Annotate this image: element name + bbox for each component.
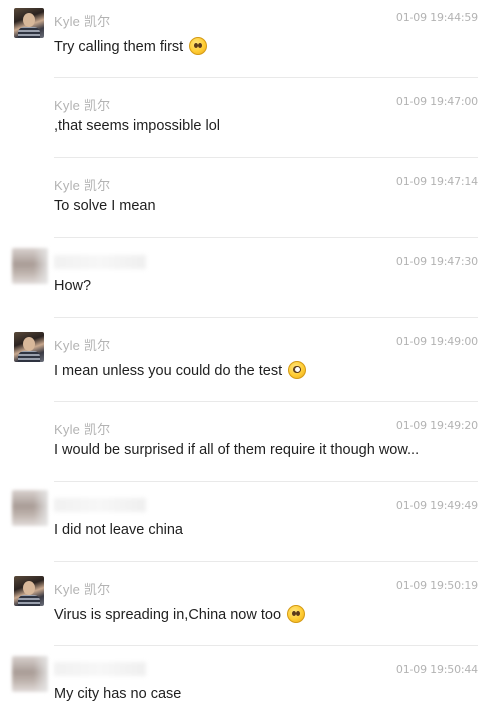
avatar[interactable] xyxy=(14,576,44,606)
message-text[interactable]: I would be surprised if all of them requ… xyxy=(54,442,419,458)
message-text[interactable]: ,that seems impossible lol xyxy=(54,118,220,134)
sender-name: Kyle 凯尔 xyxy=(54,98,111,113)
timestamp: 01-09 19:49:20 xyxy=(395,419,478,432)
avatar[interactable] xyxy=(12,656,48,692)
message-text[interactable]: Try calling them first xyxy=(54,37,208,55)
divider xyxy=(54,561,478,562)
divider xyxy=(54,157,478,158)
divider xyxy=(54,77,478,78)
avatar[interactable] xyxy=(14,332,44,362)
divider xyxy=(54,401,478,402)
sender-name: Kyle 凯尔 xyxy=(54,582,111,597)
flushed-face-icon xyxy=(288,361,307,379)
sender-name-redacted xyxy=(54,498,146,512)
timestamp: 01-09 19:47:14 xyxy=(395,175,478,188)
sender-name-redacted xyxy=(54,255,146,269)
message-text-content: I mean unless you could do the test xyxy=(54,363,283,379)
message-text[interactable]: I did not leave china xyxy=(54,522,183,538)
divider xyxy=(54,481,478,482)
timestamp: 01-09 19:47:00 xyxy=(395,95,478,108)
timestamp: 01-09 19:49:49 xyxy=(395,499,478,512)
divider xyxy=(54,645,478,646)
message-text[interactable]: I mean unless you could do the test xyxy=(54,361,307,379)
sender-name: Kyle 凯尔 xyxy=(54,178,111,193)
message-text-content: Virus is spreading in,China now too xyxy=(54,607,282,623)
avatar[interactable] xyxy=(12,490,48,526)
divider xyxy=(54,237,478,238)
sender-name-redacted xyxy=(54,662,146,676)
message-text[interactable]: How? xyxy=(54,278,91,294)
sender-name: Kyle 凯尔 xyxy=(54,14,111,29)
message-text[interactable]: My city has no case xyxy=(54,686,181,702)
timestamp: 01-09 19:50:44 xyxy=(395,663,478,676)
divider xyxy=(54,317,478,318)
pleading-face-icon xyxy=(287,605,306,623)
avatar[interactable] xyxy=(12,248,48,284)
message-text[interactable]: To solve I mean xyxy=(54,198,156,214)
sender-name: Kyle 凯尔 xyxy=(54,422,111,437)
message-text-content: Try calling them first xyxy=(54,39,184,55)
timestamp: 01-09 19:44:59 xyxy=(395,11,478,24)
timestamp: 01-09 19:49:00 xyxy=(395,335,478,348)
timestamp: 01-09 19:47:30 xyxy=(395,255,478,268)
timestamp: 01-09 19:50:19 xyxy=(395,579,478,592)
avatar[interactable] xyxy=(14,8,44,38)
pleading-face-icon xyxy=(189,37,208,55)
message-text[interactable]: Virus is spreading in,China now too xyxy=(54,605,306,623)
sender-name: Kyle 凯尔 xyxy=(54,338,111,353)
